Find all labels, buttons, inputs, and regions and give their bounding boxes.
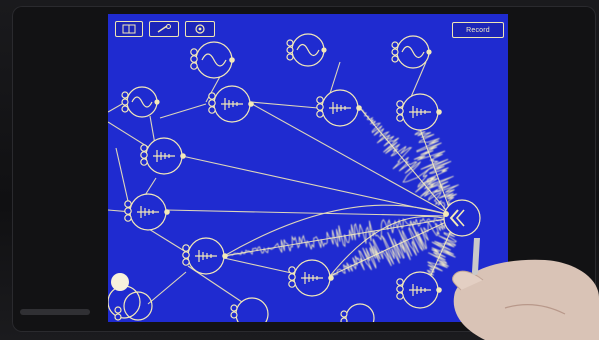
sequencer-module[interactable] (124, 193, 170, 231)
cable (108, 103, 123, 113)
panel-icon (122, 24, 136, 34)
cable (159, 103, 207, 119)
bezel-reflection (20, 309, 90, 315)
tools-button[interactable] (149, 21, 179, 37)
cable (250, 101, 319, 109)
sequencer-module[interactable] (208, 85, 254, 123)
gear-icon (195, 24, 205, 34)
oscillator-module[interactable] (391, 35, 432, 69)
audio-waveforms (223, 107, 460, 287)
cable (165, 209, 447, 217)
sequencer-module[interactable] (340, 303, 375, 322)
sequencer-module[interactable] (396, 93, 442, 131)
sequencer-module[interactable] (230, 297, 269, 322)
panel-toggle-button[interactable] (115, 21, 143, 37)
oscillator-module[interactable] (190, 41, 235, 79)
sequencer-module[interactable] (316, 89, 362, 127)
touch-point[interactable] (111, 273, 129, 291)
sequencer-module[interactable] (140, 137, 186, 175)
cable (147, 271, 187, 305)
record-button[interactable]: Record (452, 22, 504, 38)
output-module[interactable] (443, 199, 481, 237)
cable (181, 155, 447, 215)
settings-button[interactable] (185, 21, 215, 37)
oscillator-module[interactable] (286, 33, 327, 67)
user-hand (452, 238, 599, 340)
joystick-module[interactable] (108, 285, 153, 321)
sequencer-module[interactable] (182, 237, 228, 275)
sequencer-module[interactable] (288, 259, 334, 297)
oscillator-module[interactable] (121, 86, 160, 118)
wrench-icon (157, 24, 171, 33)
patch-cables (108, 61, 455, 311)
cable (223, 257, 297, 275)
